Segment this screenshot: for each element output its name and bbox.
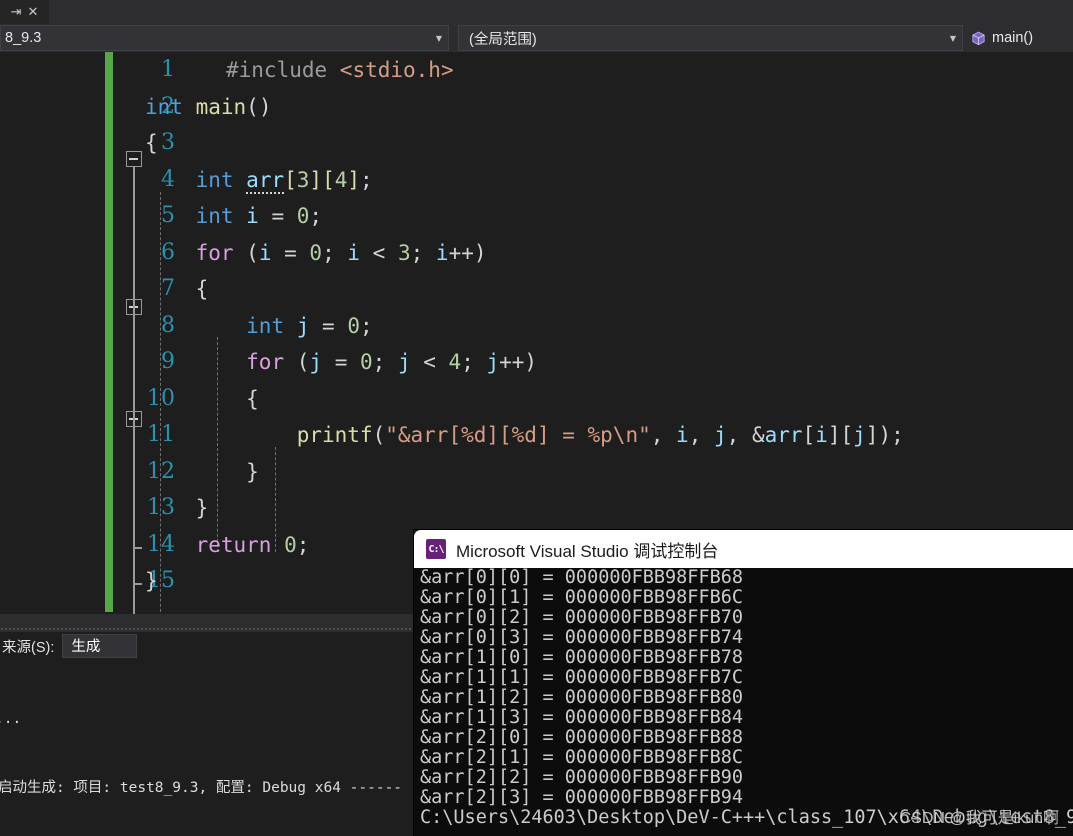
chevron-down-icon[interactable]: ▼	[944, 34, 962, 43]
code-line[interactable]: 6 for (i = 0; i < 3; i++)	[113, 235, 1073, 272]
debug-console-window[interactable]: C:\ Microsoft Visual Studio 调试控制台 &arr[0…	[414, 530, 1073, 836]
line-number-gutter	[0, 52, 105, 614]
watermark: CSDN @我可是ikun啊	[899, 810, 1059, 827]
change-indicator-bar	[105, 52, 113, 612]
console-line: &arr[1][0] = 000000FBB98FFB78	[420, 647, 744, 668]
output-source-dropdown[interactable]: 生成	[62, 634, 138, 658]
code-line[interactable]: 1 #include <stdio.h>	[113, 52, 1073, 89]
code-line[interactable]: 10 {	[113, 381, 1073, 418]
console-line: &arr[0][0] = 000000FBB98FFB68	[420, 568, 744, 588]
code-line[interactable]: 3 {	[113, 125, 1073, 162]
code-line[interactable]: 4 int arr[3][4];	[113, 162, 1073, 199]
line-number: 15	[147, 568, 175, 593]
line-text: int arr[3][4];	[195, 167, 373, 194]
function-scope-label: main()	[992, 30, 1034, 46]
pin-icon[interactable]: ⇥	[11, 6, 22, 19]
code-line[interactable]: 5 int i = 0;	[113, 198, 1073, 235]
line-text: for (i = 0; i < 3; i++)	[195, 240, 487, 265]
console-line: &arr[2][1] = 000000FBB98FFB8C	[420, 747, 744, 768]
navigation-bar: 8_9.3 ▼ (全局范围) ▼ main()	[0, 24, 1073, 52]
cube-icon	[971, 31, 986, 46]
line-text: {	[145, 131, 158, 155]
member-scope-dropdown[interactable]: (全局范围) ▼	[458, 25, 963, 51]
line-text: }	[195, 496, 209, 520]
line-text: int i = 0;	[195, 204, 323, 228]
console-output[interactable]: &arr[0][0] = 000000FBB98FFB68 &arr[0][1]…	[414, 568, 1073, 836]
code-line[interactable]: 13 }	[113, 490, 1073, 527]
line-text: }	[246, 459, 259, 484]
code-line[interactable]: 2 int main()	[113, 89, 1073, 126]
line-text: int j = 0;	[246, 313, 373, 338]
tab-active-document[interactable]: ⇥ ✕	[0, 0, 49, 24]
line-text: {	[195, 277, 209, 301]
chevron-down-icon[interactable]: ▼	[430, 34, 448, 43]
output-source-label: 来源(S):	[2, 639, 55, 656]
code-line[interactable]: 7 {	[113, 271, 1073, 308]
console-line: &arr[1][3] = 000000FBB98FFB84	[420, 707, 744, 728]
console-line: &arr[1][2] = 000000FBB98FFB80	[420, 687, 744, 708]
console-title-bar[interactable]: C:\ Microsoft Visual Studio 调试控制台	[414, 530, 1073, 568]
code-line[interactable]: 12 }	[113, 454, 1073, 491]
console-line: &arr[2][2] = 000000FBB98FFB90	[420, 767, 744, 788]
project-scope-dropdown[interactable]: 8_9.3 ▼	[0, 25, 449, 51]
console-line: &arr[0][3] = 000000FBB98FFB74	[420, 627, 744, 648]
line-number: 1	[161, 57, 175, 82]
console-line: &arr[0][2] = 000000FBB98FFB70	[420, 607, 744, 628]
line-text: printf("&arr[%d][%d] = %p\n", i, j, &arr…	[296, 423, 904, 447]
console-line: &arr[2][0] = 000000FBB98FFB88	[420, 727, 744, 748]
console-line: &arr[0][1] = 000000FBB98FFB6C	[420, 587, 744, 608]
cmd-icon: C:\	[426, 539, 446, 559]
member-scope-label: (全局范围)	[469, 31, 537, 48]
line-text: }	[145, 569, 158, 593]
line-text: {	[246, 386, 259, 411]
console-line: &arr[1][1] = 000000FBB98FFB7C	[420, 667, 744, 688]
tab-strip: ⇥ ✕	[0, 0, 1073, 24]
console-title-text: Microsoft Visual Studio 调试控制台	[456, 541, 719, 561]
line-text: int main()	[145, 94, 272, 119]
code-line[interactable]: 11 printf("&arr[%d][%d] = %p\n", i, j, &…	[113, 417, 1073, 454]
line-text: return 0;	[195, 532, 310, 557]
line-text: #include <stdio.h>	[226, 58, 454, 82]
line-text: for (j = 0; j < 4; j++)	[246, 350, 538, 374]
function-scope-dropdown[interactable]: main()	[963, 24, 1073, 52]
line-number: 3	[161, 130, 175, 155]
code-line[interactable]: 8 int j = 0;	[113, 308, 1073, 345]
code-line[interactable]: 9 for (j = 0; j < 4; j++)	[113, 344, 1073, 381]
project-scope-label: 8_9.3	[5, 30, 42, 46]
close-icon[interactable]: ✕	[28, 6, 39, 19]
